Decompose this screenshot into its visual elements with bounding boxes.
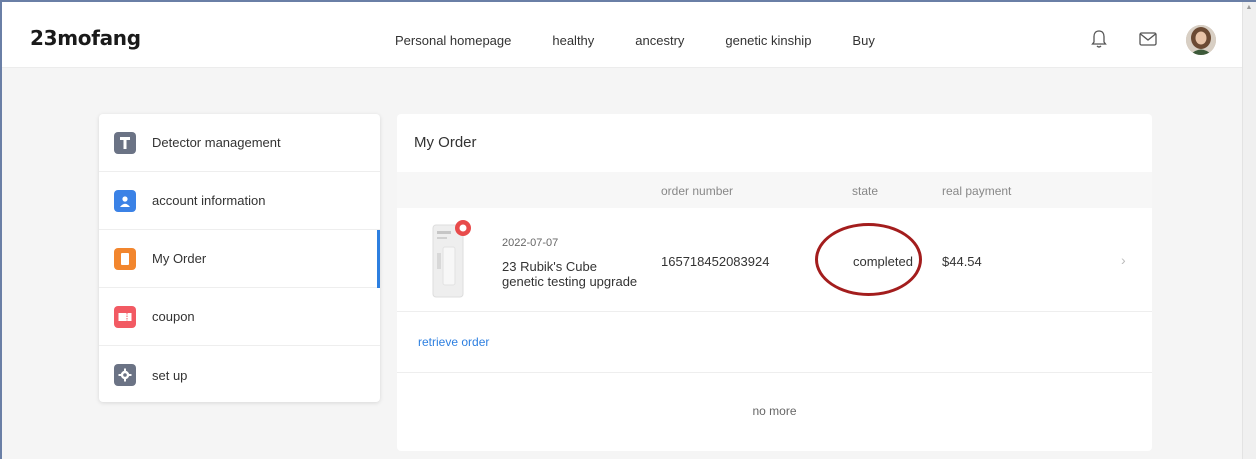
order-icon [114, 247, 136, 270]
scrollbar[interactable]: ▲ [1242, 2, 1256, 459]
order-number: 165718452083924 [661, 254, 770, 269]
col-order-number: order number [661, 184, 734, 198]
table-row[interactable]: 2022-07-07 23 Rubik's Cube genetic testi… [397, 208, 1152, 312]
nav-healthy[interactable]: healthy [552, 33, 594, 48]
sidebar-item-my-order[interactable]: My Order [99, 230, 380, 288]
top-header: 23mofang Personal homepage healthy ances… [2, 2, 1242, 68]
sidebar-item-label: Detector management [152, 135, 281, 150]
sidebar-item-label: account information [152, 193, 266, 208]
nav-genetic-kinship[interactable]: genetic kinship [725, 33, 811, 48]
product-name: 23 Rubik's Cube genetic testing upgrade [502, 259, 638, 289]
order-date: 2022-07-07 [502, 237, 559, 249]
table-header: order number state real payment [397, 172, 1152, 208]
col-real-payment: real payment [942, 184, 1012, 198]
coupon-icon [114, 305, 136, 328]
divider [397, 372, 1152, 373]
logo[interactable]: 23mofang [30, 26, 141, 50]
detector-icon [114, 131, 136, 154]
chevron-right-icon[interactable]: › [1121, 252, 1126, 268]
sidebar-item-label: set up [152, 367, 188, 383]
order-payment: $44.54 [942, 254, 982, 269]
user-avatar[interactable] [1186, 25, 1216, 55]
app-window: 23mofang Personal homepage healthy ances… [0, 0, 1256, 459]
product-image [423, 219, 479, 299]
person-icon [114, 189, 136, 212]
sidebar-item-label: My Order [152, 251, 207, 266]
col-state: state [852, 184, 879, 198]
sidebar-item-set-up[interactable]: set up [99, 346, 380, 404]
nav-personal-homepage[interactable]: Personal homepage [395, 33, 511, 48]
sidebar-item-label: coupon [152, 309, 195, 324]
page-title: My Order [414, 134, 477, 151]
sidebar-item-coupon[interactable]: coupon [99, 288, 380, 346]
mail-icon[interactable] [1137, 28, 1159, 50]
retrieve-order-link[interactable]: retrieve order [418, 335, 489, 349]
order-panel: My Order order number state real payment… [397, 114, 1152, 451]
nav-ancestry[interactable]: ancestry [635, 33, 684, 48]
gear-icon [114, 364, 136, 386]
main-nav: Personal homepage healthy ancestry genet… [395, 33, 916, 48]
bell-icon[interactable] [1088, 28, 1110, 50]
scroll-up-arrow-icon[interactable]: ▲ [1245, 4, 1253, 12]
highlight-annotation [815, 223, 922, 296]
sidebar-item-account-information[interactable]: account information [99, 172, 380, 230]
sidebar: Detector management account information … [99, 114, 380, 402]
nav-buy[interactable]: Buy [852, 33, 874, 48]
sidebar-item-detector-management[interactable]: Detector management [99, 114, 380, 172]
no-more-text: no more [752, 404, 797, 418]
